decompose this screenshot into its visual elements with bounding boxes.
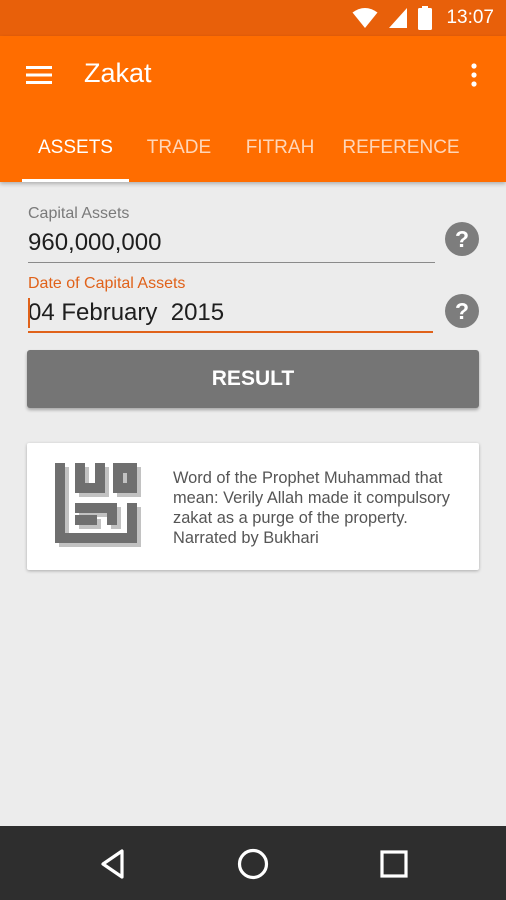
tab-indicator [22, 179, 129, 182]
tab-reference[interactable]: REFERENCE [340, 126, 462, 182]
date-underline [28, 331, 433, 333]
quote-card: Word of the Prophet Muhammad that mean: … [27, 443, 479, 570]
capital-assets-label: Capital Assets [28, 205, 130, 222]
tab-fitrah[interactable]: FITRAH [238, 126, 322, 182]
signal-icon [389, 8, 408, 28]
back-icon[interactable] [96, 846, 132, 882]
quote-text: Word of the Prophet Muhammad that mean: … [173, 469, 450, 547]
app-bar: Zakat ASSETS TRADE FITRAH REFERENCE [0, 36, 506, 182]
tab-trade[interactable]: TRADE [140, 126, 218, 182]
date-input[interactable]: 04 February 2015 [28, 299, 224, 327]
recents-icon[interactable] [376, 846, 412, 882]
capital-assets-underline [28, 262, 435, 263]
battery-icon [418, 6, 433, 30]
date-label: Date of Capital Assets [28, 275, 186, 292]
date-help-button[interactable]: ? [445, 294, 479, 328]
tab-bar: ASSETS TRADE FITRAH REFERENCE [0, 126, 506, 182]
wifi-icon [352, 8, 378, 28]
text-cursor [28, 298, 30, 328]
capital-assets-input[interactable]: 960,000,000 [28, 229, 161, 257]
result-button[interactable]: RESULT [27, 350, 479, 408]
status-bar: 13:07 [0, 0, 506, 36]
home-icon[interactable] [235, 846, 271, 882]
navigation-bar [0, 826, 506, 900]
tab-assets[interactable]: ASSETS [22, 126, 129, 182]
app-title: Zakat [84, 58, 152, 88]
capital-assets-help-button[interactable]: ? [445, 222, 479, 256]
calligraphy-icon [55, 463, 141, 547]
status-time: 13:07 [446, 7, 494, 28]
more-vert-icon[interactable] [464, 60, 484, 90]
status-icons: 13:07 [352, 6, 494, 30]
hamburger-menu-icon[interactable] [22, 60, 56, 90]
